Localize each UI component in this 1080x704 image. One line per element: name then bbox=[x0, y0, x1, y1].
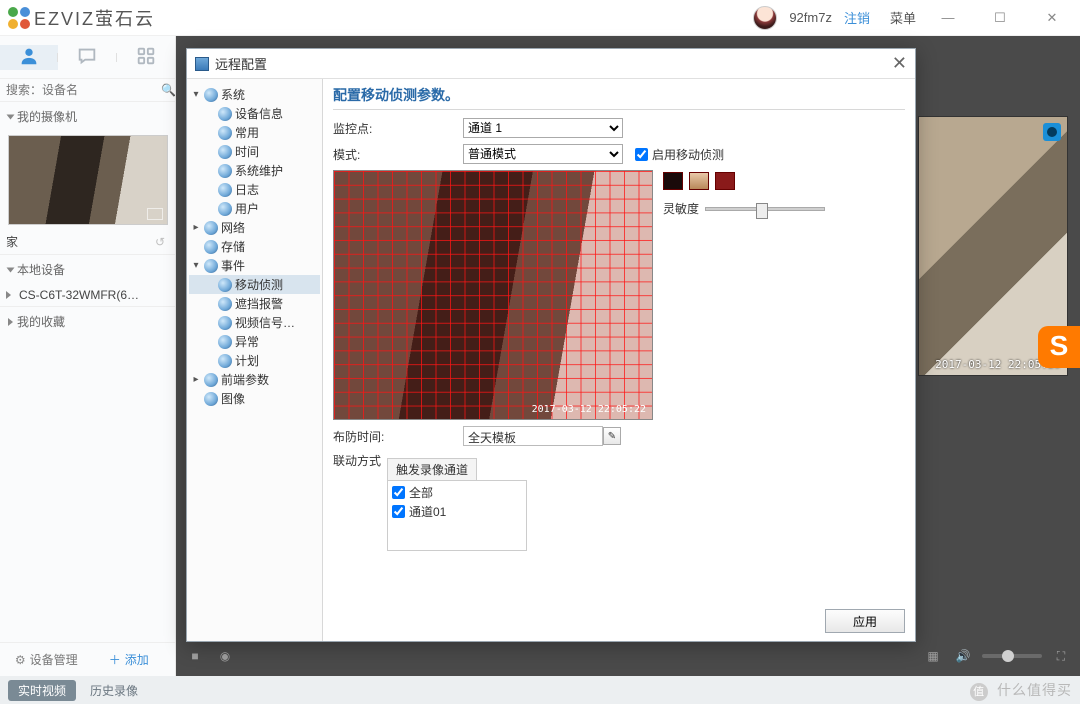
volume-slider[interactable] bbox=[982, 654, 1042, 658]
brand-text: EZVIZ萤石云 bbox=[34, 5, 155, 31]
tree-exception[interactable]: 异常 bbox=[189, 332, 320, 351]
maximize-button[interactable]: ☐ bbox=[980, 10, 1020, 26]
mode-select[interactable]: 普通模式 bbox=[463, 144, 623, 164]
logo-icon bbox=[8, 7, 30, 29]
logout-link[interactable]: 注销 bbox=[844, 8, 870, 27]
tree-frontend[interactable]: ▸前端参数 bbox=[189, 370, 320, 389]
tab-contacts[interactable] bbox=[0, 45, 58, 70]
apply-button[interactable]: 应用 bbox=[825, 609, 905, 633]
camera-thumbnail[interactable] bbox=[8, 135, 168, 225]
monitor-label: 监控点: bbox=[333, 120, 463, 137]
sidebar-item-home[interactable]: 家 ↺ bbox=[0, 229, 175, 254]
stop-icon[interactable]: ■ bbox=[184, 645, 206, 667]
enable-motion-checkbox[interactable] bbox=[635, 148, 648, 161]
tab-messages[interactable] bbox=[58, 45, 116, 70]
linkage-label: 联动方式 bbox=[333, 452, 387, 469]
plus-icon: ＋ bbox=[109, 651, 121, 668]
tree-device-info[interactable]: 设备信息 bbox=[189, 104, 320, 123]
sidebar-item-device[interactable]: CS-C6T-32WMFR(6… bbox=[0, 284, 175, 306]
tree-user[interactable]: 用户 bbox=[189, 199, 320, 218]
minimize-button[interactable]: — bbox=[928, 10, 968, 25]
config-tree: ▾系统 设备信息 常用 时间 系统维护 日志 用户 ▸网络 存储 ▾事件 移动侦… bbox=[187, 79, 323, 641]
tree-tamper[interactable]: 遮挡报警 bbox=[189, 294, 320, 313]
watermark: 值 什么值得买 bbox=[970, 680, 1072, 701]
sensitivity-slider[interactable] bbox=[705, 207, 825, 211]
tree-storage[interactable]: 存储 bbox=[189, 237, 320, 256]
clear-button[interactable] bbox=[689, 172, 709, 190]
modal-close-button[interactable]: ✕ bbox=[892, 53, 907, 74]
enable-motion-label: 启用移动侦测 bbox=[652, 146, 724, 163]
history-icon[interactable]: ↺ bbox=[155, 235, 165, 249]
draw-all-button[interactable] bbox=[663, 172, 683, 190]
tree-plan[interactable]: 计划 bbox=[189, 351, 320, 370]
schedule-value[interactable]: 全天模板 bbox=[463, 426, 603, 446]
avatar[interactable] bbox=[753, 6, 777, 30]
config-panel: 配置移动侦测参数。 监控点: 通道 1 模式: 普通模式 启用移动侦测 2017… bbox=[323, 79, 915, 641]
username: 92fm7z bbox=[789, 10, 832, 25]
bottom-bar: 实时视频 历史录像 值 什么值得买 bbox=[0, 676, 1080, 704]
schedule-label: 布防时间: bbox=[333, 428, 463, 445]
tree-time[interactable]: 时间 bbox=[189, 142, 320, 161]
sensitivity-label: 灵敏度 bbox=[663, 200, 699, 217]
record-icon[interactable]: ◉ bbox=[214, 645, 236, 667]
tree-network[interactable]: ▸网络 bbox=[189, 218, 320, 237]
linkage-all-checkbox[interactable] bbox=[392, 486, 405, 499]
tab-realtime[interactable]: 实时视频 bbox=[8, 680, 76, 701]
tab-apps[interactable] bbox=[117, 45, 175, 70]
fullscreen-icon[interactable]: ⛶ bbox=[1050, 645, 1072, 667]
live-badge-icon bbox=[1043, 123, 1061, 141]
linkage-ch01-checkbox[interactable] bbox=[392, 505, 405, 518]
close-button[interactable]: ✕ bbox=[1032, 10, 1072, 26]
motion-preview[interactable]: 2017-03-12 22:05:22 bbox=[333, 170, 653, 420]
search-input[interactable] bbox=[6, 83, 161, 97]
section-local[interactable]: 本地设备 bbox=[0, 254, 175, 284]
schedule-edit-button[interactable]: ✎ bbox=[603, 427, 621, 445]
modal-title-text: 远程配置 bbox=[215, 54, 267, 73]
speaker-icon[interactable]: 🔊 bbox=[952, 645, 974, 667]
section-my-camera[interactable]: 我的摄像机 bbox=[0, 102, 175, 131]
gear-icon: ⚙ bbox=[15, 653, 26, 667]
linkage-tab-record[interactable]: 触发录像通道 bbox=[387, 458, 477, 480]
sogou-icon[interactable]: S bbox=[1038, 326, 1080, 368]
linkage-list: 全部 通道01 bbox=[387, 481, 527, 551]
tree-system[interactable]: ▾系统 bbox=[189, 85, 320, 104]
play-controls: ■ ◉ ▦ 🔊 ⛶ bbox=[184, 640, 1072, 672]
tree-image[interactable]: 图像 bbox=[189, 389, 320, 408]
preview-timestamp: 2017-03-12 22:05:22 bbox=[532, 404, 646, 415]
panel-heading: 配置移动侦测参数。 bbox=[333, 85, 905, 110]
motion-grid-overlay bbox=[334, 171, 652, 419]
add-button[interactable]: ＋添加 bbox=[91, 651, 168, 668]
globe-icon bbox=[204, 88, 218, 102]
search-icon[interactable]: 🔍 bbox=[161, 83, 176, 97]
tree-motion[interactable]: 移动侦测 bbox=[189, 275, 320, 294]
modal-icon bbox=[195, 57, 209, 71]
mode-label: 模式: bbox=[333, 146, 463, 163]
device-manage-button[interactable]: ⚙设备管理 bbox=[8, 651, 85, 668]
remote-config-modal: 远程配置 ✕ ▾系统 设备信息 常用 时间 系统维护 日志 用户 ▸网络 存储 … bbox=[186, 48, 916, 642]
tree-log[interactable]: 日志 bbox=[189, 180, 320, 199]
monitor-select[interactable]: 通道 1 bbox=[463, 118, 623, 138]
tree-maintenance[interactable]: 系统维护 bbox=[189, 161, 320, 180]
layout-icon[interactable]: ▦ bbox=[922, 645, 944, 667]
section-favorites[interactable]: 我的收藏 bbox=[0, 306, 175, 336]
menu-link[interactable]: 菜单 bbox=[890, 8, 916, 27]
modal-titlebar: 远程配置 ✕ bbox=[187, 49, 915, 79]
draw-button[interactable] bbox=[715, 172, 735, 190]
tree-general[interactable]: 常用 bbox=[189, 123, 320, 142]
tree-event[interactable]: ▾事件 bbox=[189, 256, 320, 275]
title-bar: EZVIZ萤石云 92fm7z 注销 菜单 — ☐ ✕ bbox=[0, 0, 1080, 36]
tree-video-signal[interactable]: 视频信号… bbox=[189, 313, 320, 332]
tab-history[interactable]: 历史录像 bbox=[80, 680, 148, 701]
sidebar: 🔍 我的摄像机 家 ↺ 本地设备 CS-C6T-32WMFR(6… 我的收藏 ⚙… bbox=[0, 36, 176, 676]
